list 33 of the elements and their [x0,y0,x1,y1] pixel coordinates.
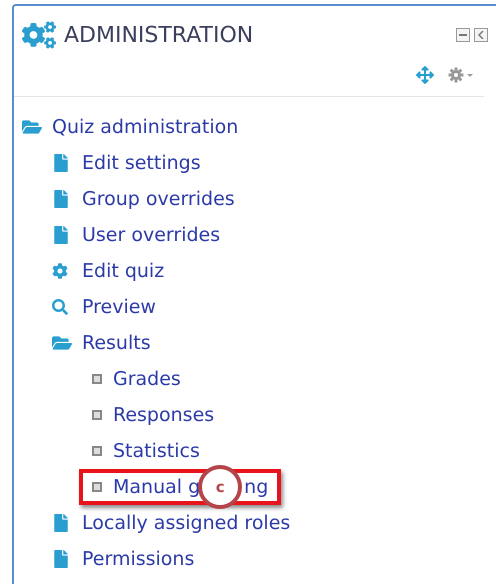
tree-link[interactable]: Locally assigned roles [82,512,290,534]
move-icon[interactable] [416,66,434,84]
chevron-left-icon [478,31,484,39]
tree-link[interactable]: Permissions [82,548,194,570]
tree-link[interactable]: Results [82,332,151,354]
tree-link[interactable]: Grades [113,368,181,390]
bullet-icon [92,410,102,420]
document-icon [52,514,70,532]
settings-menu-icon[interactable] [448,67,476,83]
document-icon [52,154,70,172]
minimize-button[interactable] [456,28,470,42]
document-icon [52,550,70,568]
tree-link[interactable]: Manual g [113,476,200,498]
bullet-icon [92,482,102,492]
search-icon [52,299,68,315]
dock-button[interactable] [474,28,488,42]
document-icon [52,226,70,244]
tree-link[interactable]: Responses [113,404,214,426]
bullet-icon [92,374,102,384]
tree-link[interactable]: Edit settings [82,152,201,174]
tree-link[interactable]: Quiz administration [52,116,238,138]
block-title: ADMINISTRATION [64,22,254,48]
callout-marker: c [198,465,242,509]
tree-link[interactable]: Statistics [113,440,200,462]
bullet-icon [92,446,102,456]
tree-link-fragment[interactable]: ng [244,476,268,498]
tree-link[interactable]: Preview [82,296,156,318]
document-icon [52,190,70,208]
tree-link[interactable]: Edit quiz [82,260,164,282]
gear-icon [52,263,68,279]
minus-icon [459,34,467,36]
tree-link[interactable]: User overrides [82,224,220,246]
tree-link[interactable]: Group overrides [82,188,235,210]
